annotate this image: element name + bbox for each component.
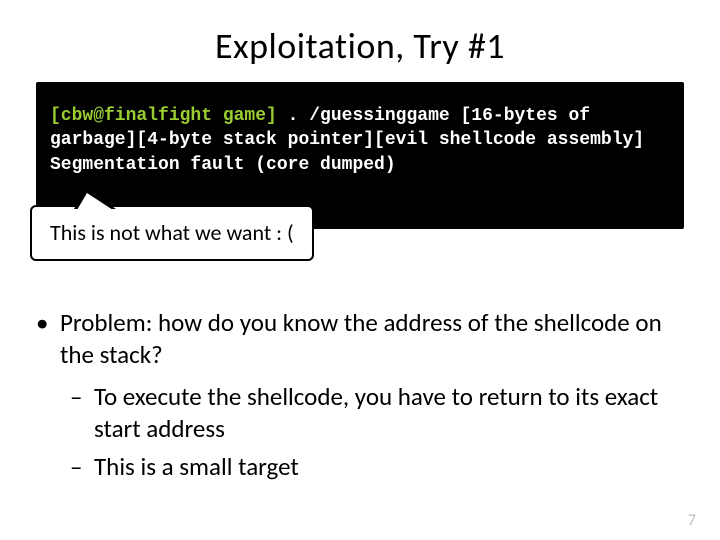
bullet-dash-icon: – [70, 381, 94, 445]
bullet-dot-icon: • [36, 307, 60, 371]
bullet-text: Problem: how do you know the address of … [60, 307, 684, 371]
callout-text: This is not what we want : ( [50, 219, 294, 246]
bullet-list: • Problem: how do you know the address o… [36, 307, 684, 483]
bullet-text: This is a small target [94, 451, 299, 483]
slide: Exploitation, Try #1 [cbw@finalfight gam… [0, 0, 720, 540]
terminal-prompt: [cbw@finalfight game] [50, 106, 277, 126]
terminal-output: Segmentation fault (core dumped) [50, 155, 396, 175]
callout-container: This is not what we want : ( [36, 229, 684, 303]
bullet-level2: – This is a small target [70, 451, 684, 483]
bullet-text: To execute the shellcode, you have to re… [94, 381, 684, 445]
page-number: 7 [688, 511, 696, 530]
callout-bubble: This is not what we want : ( [30, 205, 314, 261]
page-title: Exploitation, Try #1 [36, 24, 684, 68]
bullet-dash-icon: – [70, 451, 94, 483]
bullet-level1: • Problem: how do you know the address o… [36, 307, 684, 371]
bullet-level2: – To execute the shellcode, you have to … [70, 381, 684, 445]
